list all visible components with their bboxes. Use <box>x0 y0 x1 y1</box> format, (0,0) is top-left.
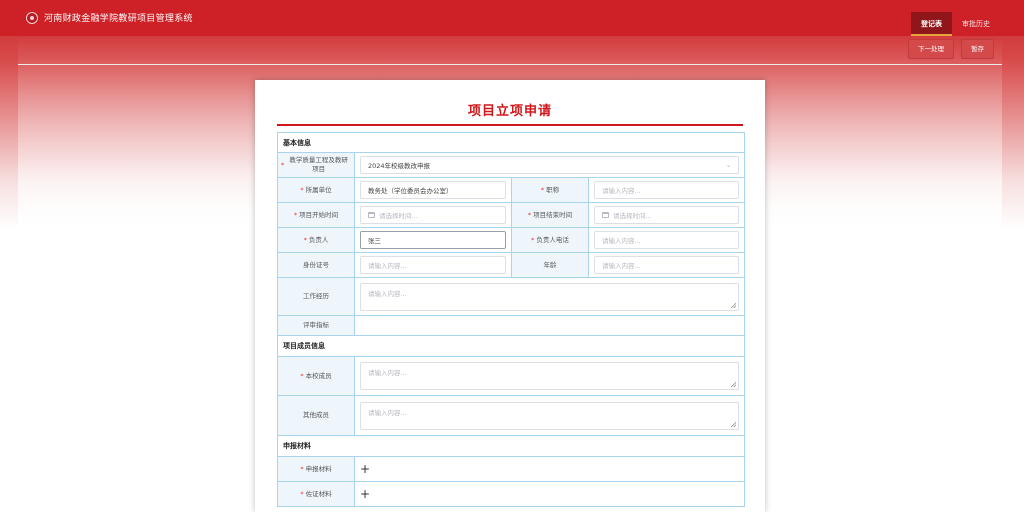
leader-cell: 张三 <box>355 228 511 252</box>
tab-registration-form[interactable]: 登记表 <box>911 12 952 36</box>
title-rank-label: * 职称 <box>511 178 589 202</box>
work-history-textarea[interactable]: 请输入内容... <box>360 282 739 311</box>
calendar-icon <box>368 212 375 218</box>
project-type-value: 2024年校级教改申报 <box>368 162 431 170</box>
school-members-cell: 请输入内容... <box>355 357 744 395</box>
top-header: 河南财政金融学院教研项目管理系统 登记表 审批历史 <box>0 0 1024 36</box>
action-bar: 下一处理 暂存 <box>901 39 994 59</box>
leader-phone-input[interactable]: 请输入内容... <box>594 231 739 249</box>
end-time-label: * 项目结束时间 <box>511 203 589 227</box>
school-members-label: * 本校成员 <box>278 357 355 395</box>
tab-approval-history[interactable]: 审批历史 <box>952 12 1000 36</box>
resize-handle-icon[interactable] <box>731 302 736 308</box>
id-number-cell: 请输入内容... <box>355 253 511 277</box>
application-material-label: * 申报材料 <box>278 457 355 481</box>
row-department: * 所属单位 教务处（学位委员会办公室） * 职称 请输入内容... <box>278 178 744 203</box>
id-number-input[interactable]: 请输入内容... <box>360 256 506 274</box>
row-application-material: * 申报材料 + <box>278 457 744 482</box>
title-rank-cell: 请输入内容... <box>589 178 744 202</box>
app-brand: 河南财政金融学院教研项目管理系统 <box>26 11 193 24</box>
row-id-age: 身份证号 请输入内容... 年龄 请输入内容... <box>278 253 744 278</box>
age-input[interactable]: 请输入内容... <box>594 256 739 274</box>
age-cell: 请输入内容... <box>589 253 744 277</box>
resize-handle-icon[interactable] <box>731 421 736 427</box>
work-history-label: 工作经历 <box>278 278 355 315</box>
leader-phone-label: * 负责人电话 <box>511 228 589 252</box>
supporting-material-label: * 佐证材料 <box>278 482 355 506</box>
project-type-cell: 2024年校级教改申报 ⌄ <box>355 153 744 177</box>
project-type-select[interactable]: 2024年校级教改申报 ⌄ <box>360 156 739 174</box>
review-index-label: 评审指标 <box>278 316 355 335</box>
section-basic-info: 基本信息 <box>278 132 744 153</box>
start-time-picker[interactable]: 请选择时间... <box>360 206 506 224</box>
leader-label: * 负责人 <box>278 228 355 252</box>
add-supporting-material-button[interactable]: + <box>360 488 370 500</box>
row-review-index: 评审指标 <box>278 316 744 336</box>
start-time-cell: 请选择时间... <box>355 203 511 227</box>
review-index-value <box>355 316 744 335</box>
form-grid: 基本信息 * 教学质量工程及教研项目 2024年校级教改申报 ⌄ * 所属单位 教务处… <box>277 132 745 507</box>
app-title: 河南财政金融学院教研项目管理系统 <box>44 14 193 24</box>
row-dates: * 项目开始时间 请选择时间... * 项目结束时间 请选择时间... <box>278 203 744 228</box>
chevron-down-icon: ⌄ <box>725 161 731 169</box>
title-rank-input[interactable]: 请输入内容... <box>594 181 739 199</box>
application-material-cell: + <box>355 457 744 481</box>
toolbar-divider <box>18 64 1002 65</box>
other-members-cell: 请输入内容... <box>355 396 744 435</box>
leader-input[interactable]: 张三 <box>360 231 506 249</box>
calendar-icon <box>602 212 609 218</box>
start-time-label: * 项目开始时间 <box>278 203 355 227</box>
top-nav: 登记表 审批历史 <box>911 12 1000 36</box>
row-other-members: 其他成员 请输入内容... <box>278 396 744 436</box>
next-step-button[interactable]: 下一处理 <box>908 39 954 59</box>
row-project-type: * 教学质量工程及教研项目 2024年校级教改申报 ⌄ <box>278 153 744 178</box>
department-input[interactable]: 教务处（学位委员会办公室） <box>360 181 506 199</box>
department-label: * 所属单位 <box>278 178 355 202</box>
application-form-sheet: 项目立项申请 基本信息 * 教学质量工程及教研项目 2024年校级教改申报 ⌄ * 所… <box>255 80 765 512</box>
end-time-cell: 请选择时间... <box>589 203 744 227</box>
work-history-cell: 请输入内容... <box>355 278 744 315</box>
age-label: 年龄 <box>511 253 589 277</box>
university-seal-icon <box>26 11 38 24</box>
title-underline <box>277 124 743 126</box>
row-leader: * 负责人 张三 * 负责人电话 请输入内容... <box>278 228 744 253</box>
add-application-material-button[interactable]: + <box>360 463 370 475</box>
row-school-members: * 本校成员 请输入内容... <box>278 357 744 396</box>
other-members-label: 其他成员 <box>278 396 355 435</box>
end-time-picker[interactable]: 请选择时间... <box>594 206 739 224</box>
section-materials: 申报材料 <box>278 436 744 457</box>
department-cell: 教务处（学位委员会办公室） <box>355 178 511 202</box>
id-number-label: 身份证号 <box>278 253 355 277</box>
section-members: 项目成员信息 <box>278 336 744 357</box>
form-title: 项目立项申请 <box>467 104 552 119</box>
row-supporting-material: * 佐证材料 + <box>278 482 744 507</box>
save-draft-button[interactable]: 暂存 <box>961 39 994 59</box>
row-work-history: 工作经历 请输入内容... <box>278 278 744 316</box>
resize-handle-icon[interactable] <box>731 382 736 387</box>
leader-phone-cell: 请输入内容... <box>589 228 744 252</box>
other-members-textarea[interactable]: 请输入内容... <box>360 401 739 430</box>
school-members-textarea[interactable]: 请输入内容... <box>360 362 739 390</box>
supporting-material-cell: + <box>355 482 744 506</box>
project-type-label: * 教学质量工程及教研项目 <box>278 153 355 177</box>
